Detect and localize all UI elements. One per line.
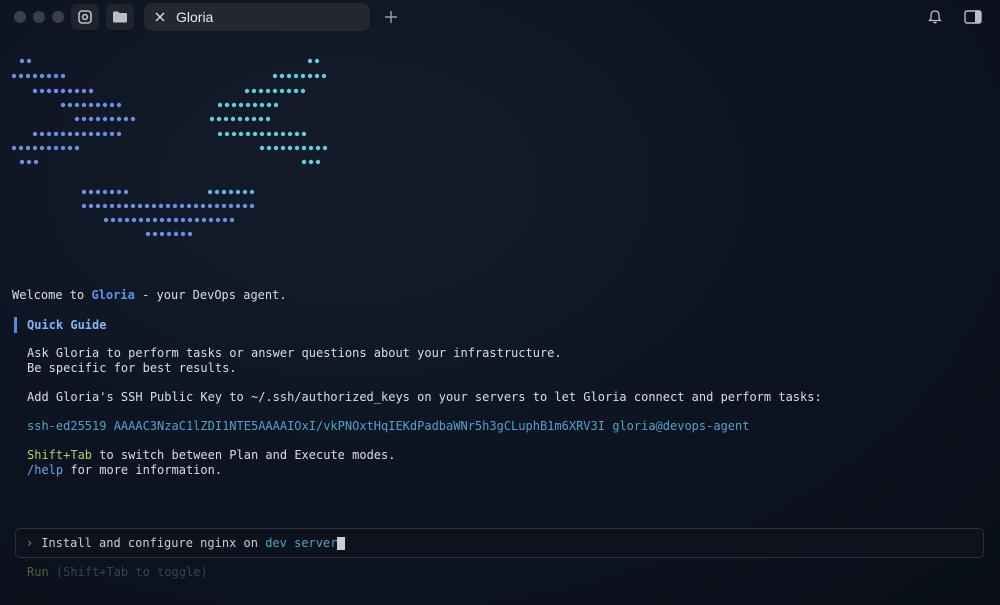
ssh-public-key[interactable]: ssh-ed25519 AAAAC3NzaC1lZDI1NTE5AAAAIOxI… xyxy=(27,419,749,433)
bell-icon xyxy=(927,10,943,24)
toggle-sidebar-button[interactable] xyxy=(964,9,982,28)
guide-line-1: Ask Gloria to perform tasks or answer qu… xyxy=(27,346,562,360)
close-window-button[interactable] xyxy=(14,11,26,23)
welcome-prefix: Welcome to xyxy=(12,288,92,302)
window-controls xyxy=(14,11,64,23)
folder-button[interactable] xyxy=(106,4,134,30)
sidebar-icon xyxy=(964,9,982,24)
gloria-ascii-logo xyxy=(10,56,340,246)
notifications-button[interactable] xyxy=(927,8,943,28)
mode-label: Run xyxy=(27,565,49,579)
folder-icon xyxy=(113,11,127,23)
shortcut-desc: to switch between Plan and Execute modes… xyxy=(92,448,396,462)
shortcut-key: Shift+Tab xyxy=(27,448,93,462)
prompt-marker: › xyxy=(26,536,34,550)
plus-icon xyxy=(385,11,397,23)
tab-title: Gloria xyxy=(176,9,214,25)
close-tab-button[interactable] xyxy=(152,9,168,25)
mode-indicator[interactable]: Run (Shift+Tab to toggle) xyxy=(27,565,208,579)
prompt-text: Install and configure nginx on xyxy=(41,536,266,550)
minimize-window-button[interactable] xyxy=(33,11,45,23)
help-command: /help xyxy=(27,463,64,477)
help-desc: for more information. xyxy=(63,463,223,477)
text-cursor xyxy=(337,536,346,550)
guide-accent-bar xyxy=(14,317,17,333)
new-tab-button[interactable] xyxy=(382,8,400,26)
help-line: /help for more information. xyxy=(27,463,222,477)
gloria-logo-button[interactable] xyxy=(71,4,99,30)
shortcut-line: Shift+Tab to switch between Plan and Exe… xyxy=(27,448,395,462)
guide-line-3: Add Gloria's SSH Public Key to ~/.ssh/au… xyxy=(27,390,822,404)
welcome-line: Welcome to Gloria - your DevOps agent. xyxy=(12,288,287,302)
prompt-highlight: dev server xyxy=(265,536,338,550)
maximize-window-button[interactable] xyxy=(52,11,64,23)
prompt-input[interactable]: › Install and configure nginx on dev ser… xyxy=(15,528,984,558)
guide-line-2: Be specific for best results. xyxy=(27,361,237,375)
ascii-face-art xyxy=(11,58,328,237)
close-icon xyxy=(155,12,165,22)
welcome-suffix: - your DevOps agent. xyxy=(134,288,287,302)
quick-guide-title: Quick Guide xyxy=(27,318,107,332)
title-bar: Gloria xyxy=(0,0,1000,34)
mode-hint: (Shift+Tab to toggle) xyxy=(48,565,208,579)
gloria-logo-icon xyxy=(78,10,92,24)
agent-name: Gloria xyxy=(91,288,135,302)
tab-gloria[interactable]: Gloria xyxy=(144,3,370,31)
